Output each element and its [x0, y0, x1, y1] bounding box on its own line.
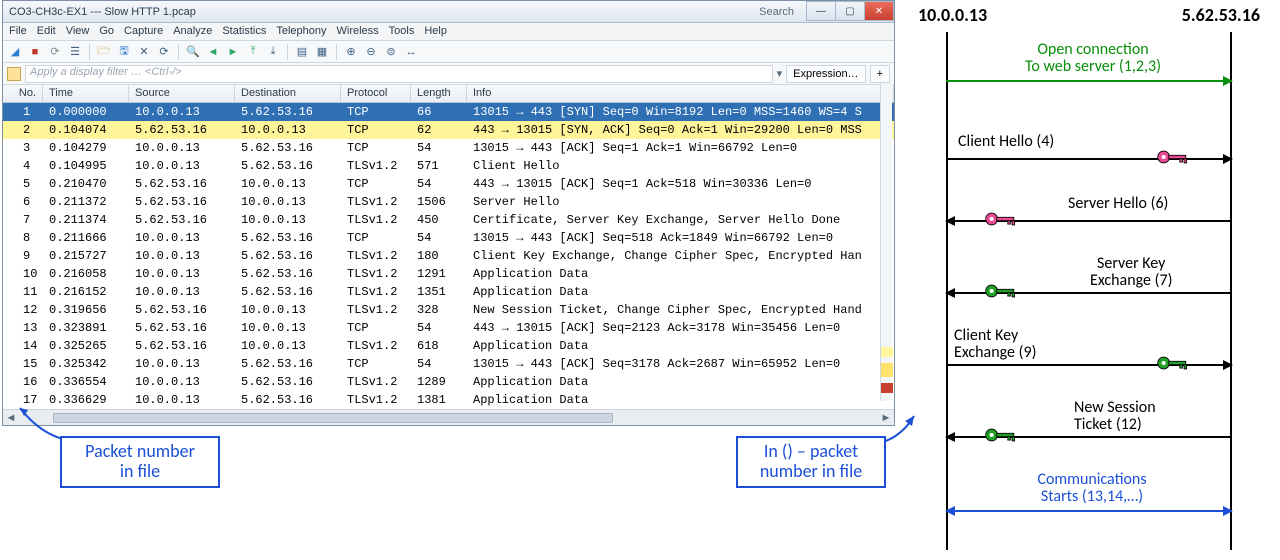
menu-edit[interactable]: Edit [37, 25, 56, 38]
msg-open-connection [946, 80, 1232, 82]
find-icon[interactable]: 🔍 [185, 44, 201, 60]
table-row[interactable]: 50.2104705.62.53.1610.0.0.13TCP54443 → 1… [3, 175, 894, 193]
label-server-key-exchange: Server KeyExchange (7) [1090, 256, 1172, 290]
menu-statistics[interactable]: Statistics [222, 25, 266, 38]
zoom-in-icon[interactable]: ⊕ [343, 44, 359, 60]
titlebar: CO3-CH3c-EX1 --- Slow HTTP 1.pcap Search… [3, 1, 894, 23]
lifeline-right [1230, 32, 1232, 550]
table-row[interactable]: 30.10427910.0.0.135.62.53.16TCP5413015 →… [3, 139, 894, 157]
go-pkt-icon[interactable]: ⤒ [245, 44, 261, 60]
menu-tools[interactable]: Tools [389, 25, 415, 38]
col-destination[interactable]: Destination [235, 85, 341, 102]
go-first-icon[interactable]: ⤓ [265, 44, 281, 60]
colorize-icon[interactable]: ▦ [314, 44, 330, 60]
key-icon-pink-1 [1156, 148, 1190, 166]
sequence-diagram: 10.0.0.13 5.62.53.16 Open connectionTo w… [918, 4, 1260, 556]
autoscroll-icon[interactable]: ▤ [294, 44, 310, 60]
table-row[interactable]: 170.33662910.0.0.135.62.53.16TLSv1.21381… [3, 391, 894, 409]
display-filter-input[interactable]: Apply a display filter … <Ctrl-/> [25, 65, 773, 83]
go-prev-icon[interactable]: ◄ [205, 44, 221, 60]
table-row[interactable]: 70.2113745.62.53.1610.0.0.13TLSv1.2450Ce… [3, 211, 894, 229]
menu-wireless[interactable]: Wireless [337, 25, 379, 38]
bookmark-icon[interactable] [7, 67, 21, 81]
seq-left-ip: 10.0.0.13 [918, 4, 987, 26]
col-length[interactable]: Length [411, 85, 467, 102]
menu-view[interactable]: View [66, 25, 90, 38]
table-row[interactable]: 160.33655410.0.0.135.62.53.16TLSv1.21289… [3, 373, 894, 391]
key-icon-green-2 [1156, 354, 1190, 372]
table-row[interactable]: 130.3238915.62.53.1610.0.0.13TCP54443 → … [3, 319, 894, 337]
menubar: File Edit View Go Capture Analyze Statis… [3, 23, 894, 41]
col-no[interactable]: No. [3, 85, 43, 102]
menu-analyze[interactable]: Analyze [173, 25, 212, 38]
zoom-out-icon[interactable]: ⊖ [363, 44, 379, 60]
minimize-button[interactable]: — [806, 1, 836, 21]
col-protocol[interactable]: Protocol [341, 85, 411, 102]
menu-help[interactable]: Help [424, 25, 447, 38]
menu-capture[interactable]: Capture [124, 25, 163, 38]
table-row[interactable]: 140.3252655.62.53.1610.0.0.13TLSv1.2618A… [3, 337, 894, 355]
msg-communications-start [946, 510, 1232, 512]
table-row[interactable]: 80.21166610.0.0.135.62.53.16TCP5413015 →… [3, 229, 894, 247]
maximize-button[interactable]: ▢ [835, 1, 865, 21]
packet-list[interactable]: 10.00000010.0.0.135.62.53.16TCP6613015 →… [3, 103, 894, 409]
menu-go[interactable]: Go [99, 25, 114, 38]
go-next-icon[interactable]: ► [225, 44, 241, 60]
col-source[interactable]: Source [129, 85, 235, 102]
table-row[interactable]: 20.1040745.62.53.1610.0.0.13TCP62443 → 1… [3, 121, 894, 139]
table-row[interactable]: 120.3196565.62.53.1610.0.0.13TLSv1.2328N… [3, 301, 894, 319]
toolbar: ◢ ■ ⟳ ☰ 🗁 🖫 ✕ ⟳ 🔍 ◄ ► ⤒ ⤓ ▤ ▦ ⊕ ⊖ ⊜ ↔ [3, 41, 894, 63]
key-icon-pink-2 [984, 210, 1018, 228]
table-row[interactable]: 40.10499510.0.0.135.62.53.16TLSv1.2571Cl… [3, 157, 894, 175]
filter-drop-icon[interactable]: ▾ [777, 67, 783, 80]
label-client-hello: Client Hello (4) [958, 134, 1054, 151]
open-icon[interactable]: 🗁 [96, 44, 112, 60]
table-row[interactable]: 110.21615210.0.0.135.62.53.16TLSv1.21351… [3, 283, 894, 301]
label-new-session-ticket: New SessionTicket (12) [1074, 400, 1156, 434]
table-row[interactable]: 150.32534210.0.0.135.62.53.16TCP5413015 … [3, 355, 894, 373]
callout-paren-packet-number: In () – packetnumber in file [736, 436, 886, 488]
callout-packet-number: Packet numberin file [60, 436, 220, 488]
table-row[interactable]: 60.2113725.62.53.1610.0.0.13TLSv1.21506S… [3, 193, 894, 211]
table-row[interactable]: 100.21605810.0.0.135.62.53.16TLSv1.21291… [3, 265, 894, 283]
label-client-key-exchange: Client KeyExchange (9) [954, 328, 1036, 362]
key-icon-green-3 [984, 426, 1018, 444]
capture-start-icon[interactable]: ◢ [7, 44, 23, 60]
menu-file[interactable]: File [9, 25, 27, 38]
capture-options-icon[interactable]: ☰ [67, 44, 83, 60]
close-button[interactable]: ✕ [864, 1, 894, 21]
col-time[interactable]: Time [43, 85, 129, 102]
mini-map [880, 83, 892, 401]
search-label: Search [759, 6, 794, 18]
column-headers: No. Time Source Destination Protocol Len… [3, 85, 894, 103]
window-title: CO3-CH3c-EX1 --- Slow HTTP 1.pcap [9, 6, 196, 18]
close-file-icon[interactable]: ✕ [136, 44, 152, 60]
table-row[interactable]: 10.00000010.0.0.135.62.53.16TCP6613015 →… [3, 103, 894, 121]
label-open-connection: Open connectionTo web server (1,2,3) [988, 42, 1198, 76]
wireshark-window: AnimationsSlide ShowReviewViewHelp CO3-C… [2, 0, 895, 426]
key-icon-green-1 [984, 282, 1018, 300]
filter-bar: Apply a display filter … <Ctrl-/> ▾ Expr… [3, 63, 894, 85]
label-communications-start: CommunicationsStarts (13,14,…) [1002, 472, 1182, 506]
label-server-hello: Server Hello (6) [1068, 196, 1168, 213]
horizontal-scrollbar[interactable]: ◄ ► [3, 409, 894, 425]
menu-telephony[interactable]: Telephony [276, 25, 326, 38]
col-info[interactable]: Info [467, 85, 894, 102]
seq-right-ip: 5.62.53.16 [1182, 4, 1260, 26]
capture-stop-icon[interactable]: ■ [27, 44, 43, 60]
reload-icon[interactable]: ⟳ [156, 44, 172, 60]
scroll-thumb[interactable] [53, 413, 613, 423]
table-row[interactable]: 90.21572710.0.0.135.62.53.16TLSv1.2180Cl… [3, 247, 894, 265]
filter-plus-button[interactable]: + [870, 65, 890, 83]
capture-restart-icon[interactable]: ⟳ [47, 44, 63, 60]
zoom-11-icon[interactable]: ⊜ [383, 44, 399, 60]
resize-cols-icon[interactable]: ↔ [403, 44, 419, 60]
save-icon[interactable]: 🖫 [116, 44, 132, 60]
expression-button[interactable]: Expression… [786, 65, 865, 83]
